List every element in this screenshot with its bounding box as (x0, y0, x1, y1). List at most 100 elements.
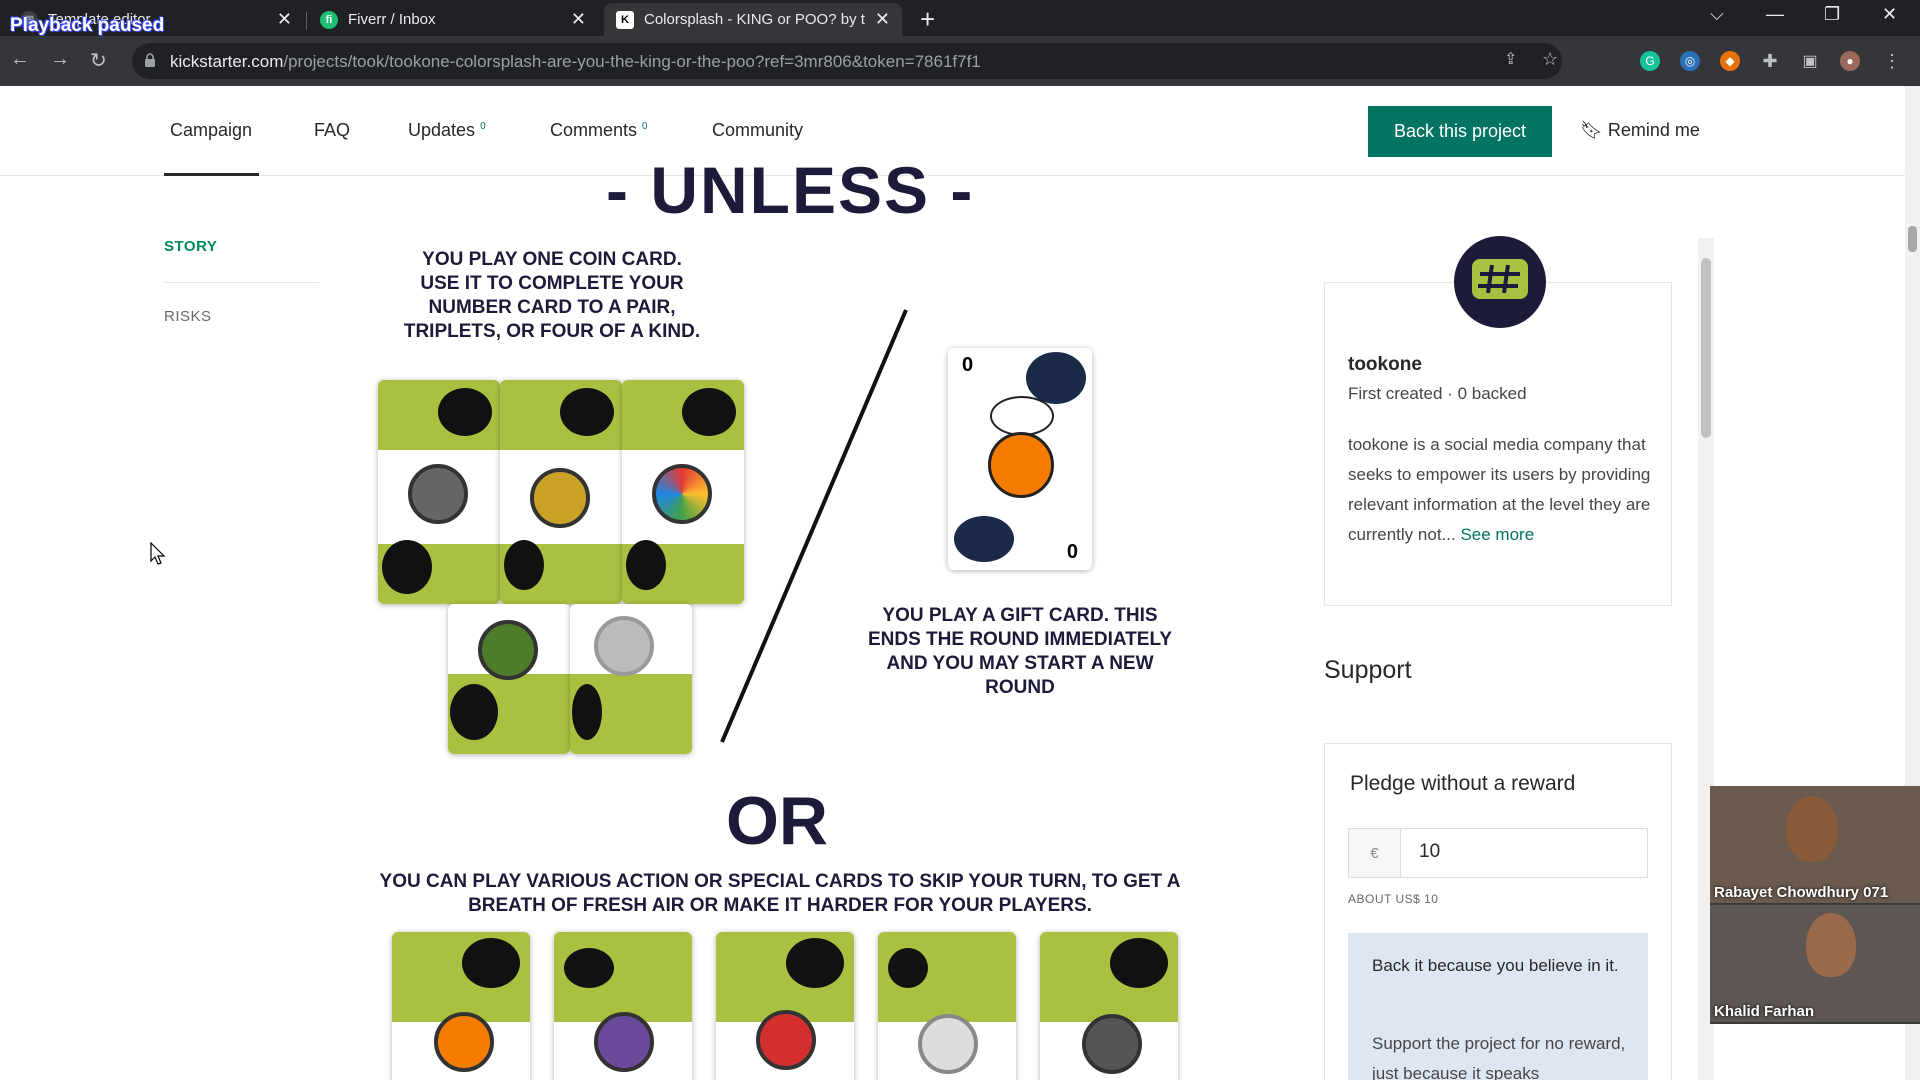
participant-video (1786, 796, 1838, 862)
share-icon[interactable]: ⇪ (1504, 49, 1517, 69)
side-panel-icon[interactable]: ▣ (1800, 51, 1820, 71)
fresh-air-icon (918, 1014, 978, 1074)
close-window-icon[interactable]: ✕ (1882, 4, 1897, 25)
risks-nav-link[interactable]: RISKS (164, 308, 212, 325)
pledge-title: Pledge without a reward (1350, 772, 1576, 795)
lock-icon (145, 53, 155, 67)
forward-arrow-icon[interactable]: → (50, 48, 70, 71)
tab-comments[interactable]: Comments 0 (550, 120, 648, 141)
see-more-link[interactable]: See more (1460, 525, 1534, 544)
tab-updates[interactable]: Updates 0 (408, 120, 486, 141)
support-heading: Support (1324, 656, 1412, 684)
gold-coin-icon (530, 468, 590, 528)
currency-label: € (1349, 829, 1401, 877)
extension-icon[interactable]: ◆ (1720, 51, 1740, 71)
profile-avatar[interactable]: ● (1840, 51, 1860, 71)
close-icon[interactable]: ✕ (571, 9, 586, 30)
card-image (1040, 932, 1178, 1080)
hashtag-logo-icon (1472, 259, 1528, 299)
tab-title: Colorsplash - KING or POO? by t (644, 11, 865, 28)
extension-icon[interactable]: ◎ (1680, 51, 1700, 71)
active-tab-underline (164, 173, 259, 176)
playback-overlay: Playback paused (10, 15, 165, 36)
bomb-icon (1082, 1014, 1142, 1074)
tab-faq[interactable]: FAQ (314, 120, 350, 141)
unless-heading: - UNLESS - (606, 153, 975, 227)
restore-icon[interactable]: ❐ (1824, 4, 1840, 25)
close-icon[interactable]: ✕ (277, 9, 292, 30)
puzzle-icon[interactable]: ✚ (1760, 51, 1780, 71)
card-image (378, 380, 500, 604)
remind-me-button[interactable]: 🔖︎ Remind me (1580, 120, 1700, 141)
card-image (392, 932, 530, 1080)
tab-colorsplash[interactable]: K Colorsplash - KING or POO? by t ✕ (604, 3, 902, 36)
bookmark-icon: 🔖︎ (1580, 120, 1603, 140)
bookmark-star-icon[interactable]: ☆ (1542, 49, 1558, 70)
url-text: kickstarter.com/projects/took/tookone-co… (170, 52, 981, 71)
or-heading: OR (726, 783, 828, 859)
believe-body: Support the project for no reward, just … (1372, 1034, 1626, 1080)
story-nav-link[interactable]: STORY (164, 238, 217, 255)
skip-card-icon (434, 1012, 494, 1072)
no-x-icon (756, 1010, 816, 1070)
menu-kebab-icon[interactable]: ⋮ (1882, 51, 1902, 71)
star-coin-icon (408, 464, 468, 524)
creator-name[interactable]: tookone (1348, 354, 1422, 376)
converted-amount: ABOUT US$ 10 (1348, 892, 1439, 906)
action-cards-text: YOU CAN PLAY VARIOUS ACTION OR SPECIAL C… (379, 871, 1181, 916)
gift-card-image: 0 0 (948, 348, 1092, 570)
screen: ▤ Template editor ✕ fi Fiverr / Inbox ✕ … (0, 0, 1920, 1080)
url-field[interactable]: kickstarter.com/projects/took/tookone-co… (132, 43, 1562, 79)
believe-title: Back it because you believe in it. (1372, 956, 1619, 975)
card-image (500, 380, 622, 604)
address-bar: ← → ↻ kickstarter.com/projects/took/took… (0, 36, 1920, 86)
card-image (878, 932, 1016, 1080)
card-image (716, 932, 854, 1080)
tab-campaign[interactable]: Campaign (170, 120, 252, 141)
coin-card-text: YOU PLAY ONE COIN CARD. USE IT TO COMPLE… (403, 249, 701, 342)
participant-tile: Rabayet Chowdhury 071 (1710, 786, 1920, 903)
divider (164, 282, 319, 283)
creator-meta: First created · 0 backed (1348, 384, 1527, 403)
gift-card-text: YOU PLAY A GIFT CARD. THIS ENDS THE ROUN… (867, 605, 1173, 698)
back-arrow-icon[interactable]: ← (10, 48, 30, 71)
updates-count: 0 (480, 121, 486, 132)
card-corner-value: 0 (962, 354, 974, 376)
tab-community[interactable]: Community (712, 120, 803, 141)
pledge-amount-field[interactable]: € 10 (1348, 828, 1648, 878)
tab-bar: ▤ Template editor ✕ fi Fiverr / Inbox ✕ … (0, 0, 1920, 36)
trophy-coin-icon (594, 616, 654, 676)
reload-icon[interactable]: ↻ (90, 48, 107, 73)
card-image (570, 604, 692, 754)
card-swap-icon (594, 1012, 654, 1072)
tab-fiverr-inbox[interactable]: fi Fiverr / Inbox ✕ (308, 3, 598, 36)
fiverr-icon: fi (320, 10, 338, 29)
grammarly-icon[interactable]: G (1640, 51, 1660, 71)
scroll-thumb[interactable] (1908, 226, 1917, 252)
video-call-overlay: Rabayet Chowdhury 071 Khalid Farhan (1710, 786, 1920, 1024)
tab-title: Fiverr / Inbox (348, 11, 436, 28)
creator-avatar[interactable] (1454, 236, 1546, 328)
tab-search-icon[interactable]: ⌵ (1710, 4, 1724, 25)
card-image (554, 932, 692, 1080)
participant-name: Rabayet Chowdhury 071 (1714, 884, 1889, 901)
participant-video (1806, 913, 1856, 977)
card-image (448, 604, 570, 754)
close-icon[interactable]: ✕ (875, 9, 890, 30)
comments-count: 0 (642, 121, 648, 132)
new-tab-button[interactable]: + (920, 4, 935, 35)
angry-face-icon (988, 432, 1054, 498)
believe-info-box: Back it because you believe in it. Suppo… (1348, 933, 1648, 1080)
participant-tile: Khalid Farhan (1710, 905, 1920, 1022)
creator-bio: tookone is a social media company that s… (1348, 435, 1651, 544)
chef-hat-icon (990, 396, 1054, 436)
minimize-icon[interactable]: — (1766, 4, 1784, 25)
participant-name: Khalid Farhan (1714, 1003, 1815, 1020)
hashtag-coin-icon (478, 620, 538, 680)
scroll-thumb[interactable] (1701, 258, 1711, 438)
mouse-cursor-icon (150, 542, 166, 565)
kickstarter-page: Campaign FAQ Updates 0 Comments 0 Commun… (0, 86, 1905, 1080)
back-this-project-button[interactable]: Back this project (1368, 106, 1552, 157)
color-coin-icon (652, 464, 712, 524)
pledge-amount-value[interactable]: 10 (1419, 841, 1440, 863)
